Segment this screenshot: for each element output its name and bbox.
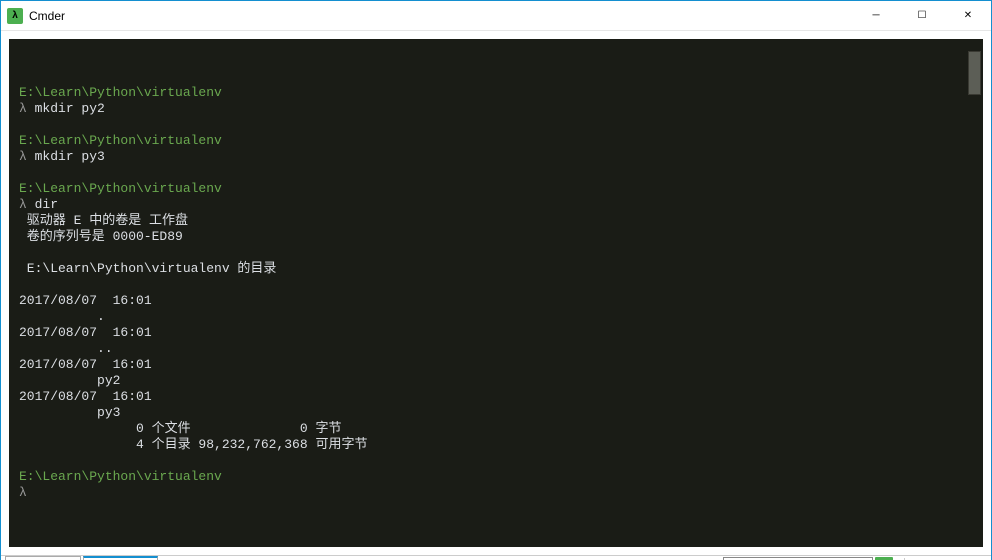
close-button[interactable]: ✕ — [945, 1, 991, 31]
app-icon: λ — [7, 8, 23, 24]
window-controls: ─ ☐ ✕ — [853, 1, 991, 31]
tab[interactable]: λcmd.exe — [5, 556, 81, 560]
tabs: λcmd.exeλcmd.exe — [5, 556, 158, 560]
terminal-container: E:\Learn\Python\virtualenv λ mkdir py2 E… — [1, 31, 991, 555]
terminal[interactable]: E:\Learn\Python\virtualenv λ mkdir py2 E… — [9, 39, 983, 547]
titlebar[interactable]: λ Cmder ─ ☐ ✕ — [1, 1, 991, 31]
minimize-button[interactable]: ─ — [853, 1, 899, 31]
window-title: Cmder — [29, 9, 65, 23]
maximize-button[interactable]: ☐ — [899, 1, 945, 31]
app-window: λ Cmder ─ ☐ ✕ E:\Learn\Python\virtualenv… — [0, 0, 992, 560]
statusbar: λcmd.exeλcmd.exe Search 🔍 + ▼ 🔒 💾 ≣ ≡ — [1, 555, 991, 560]
scrollbar-thumb[interactable] — [968, 51, 981, 95]
tab[interactable]: λcmd.exe — [83, 556, 159, 560]
